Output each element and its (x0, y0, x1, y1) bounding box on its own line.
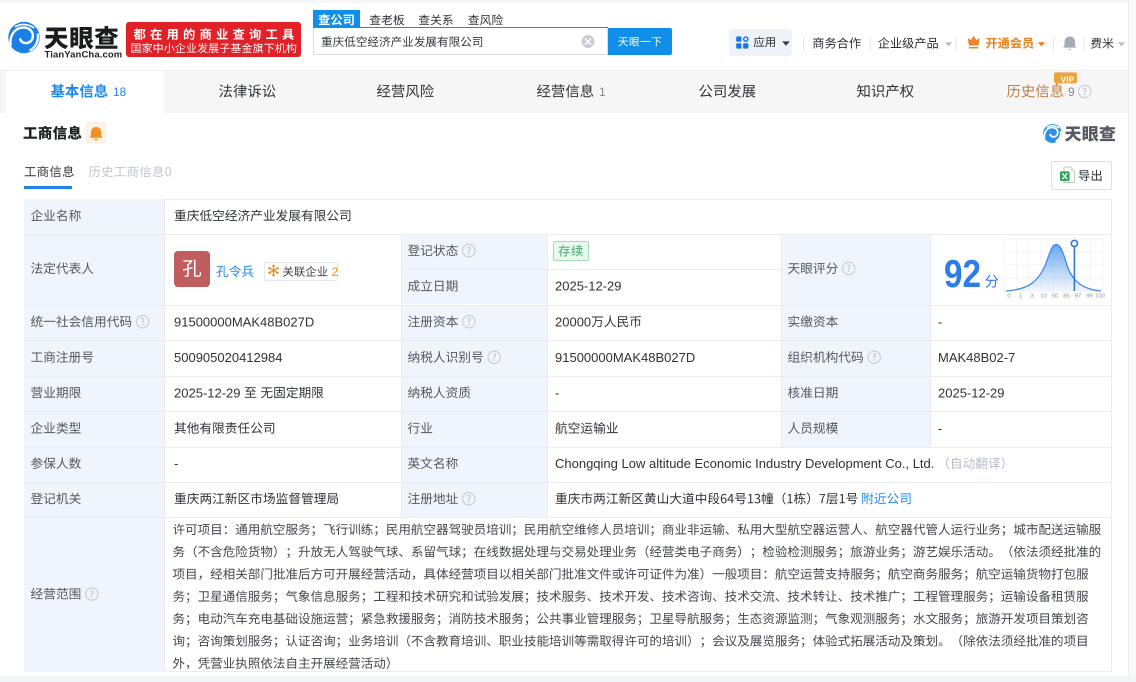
svg-text:97: 97 (1075, 294, 1081, 300)
svg-text:-: - (555, 385, 559, 400)
svg-text:-: - (938, 421, 942, 436)
svg-text:-: - (174, 456, 178, 471)
svg-text:85: 85 (1063, 294, 1069, 300)
svg-text:100: 100 (1095, 294, 1105, 300)
svg-text:500905020412984: 500905020412984 (174, 350, 282, 365)
svg-text:0: 0 (1007, 294, 1010, 300)
svg-text:VIP: VIP (1061, 75, 1074, 84)
svg-text:Chongqing Low altitude Economi: Chongqing Low altitude Economic Industry… (555, 456, 934, 471)
svg-text:92: 92 (944, 253, 981, 296)
svg-text:9: 9 (1068, 86, 1075, 99)
svg-text:10: 10 (1040, 294, 1046, 300)
svg-text:91500000MAK48B027D: 91500000MAK48B027D (174, 314, 314, 329)
svg-text:1: 1 (599, 86, 606, 99)
svg-text:2: 2 (332, 265, 339, 279)
svg-text:MAK48B02-7: MAK48B02-7 (938, 350, 1015, 365)
svg-text:50: 50 (1052, 294, 1058, 300)
svg-text:20000: 20000 (555, 314, 591, 329)
svg-text:TianYanCha.com: TianYanCha.com (45, 50, 123, 61)
svg-text:18: 18 (113, 86, 126, 99)
svg-text:2025-12-29: 2025-12-29 (555, 279, 622, 294)
svg-text:-: - (938, 314, 942, 329)
svg-text:3: 3 (1030, 294, 1033, 300)
svg-text:2025-12-29: 2025-12-29 (938, 385, 1005, 400)
svg-text:91500000MAK48B027D: 91500000MAK48B027D (555, 350, 695, 365)
svg-text:1: 1 (1019, 294, 1022, 300)
svg-text:2025-12-29: 2025-12-29 (174, 385, 244, 400)
svg-text:99: 99 (1086, 294, 1092, 300)
